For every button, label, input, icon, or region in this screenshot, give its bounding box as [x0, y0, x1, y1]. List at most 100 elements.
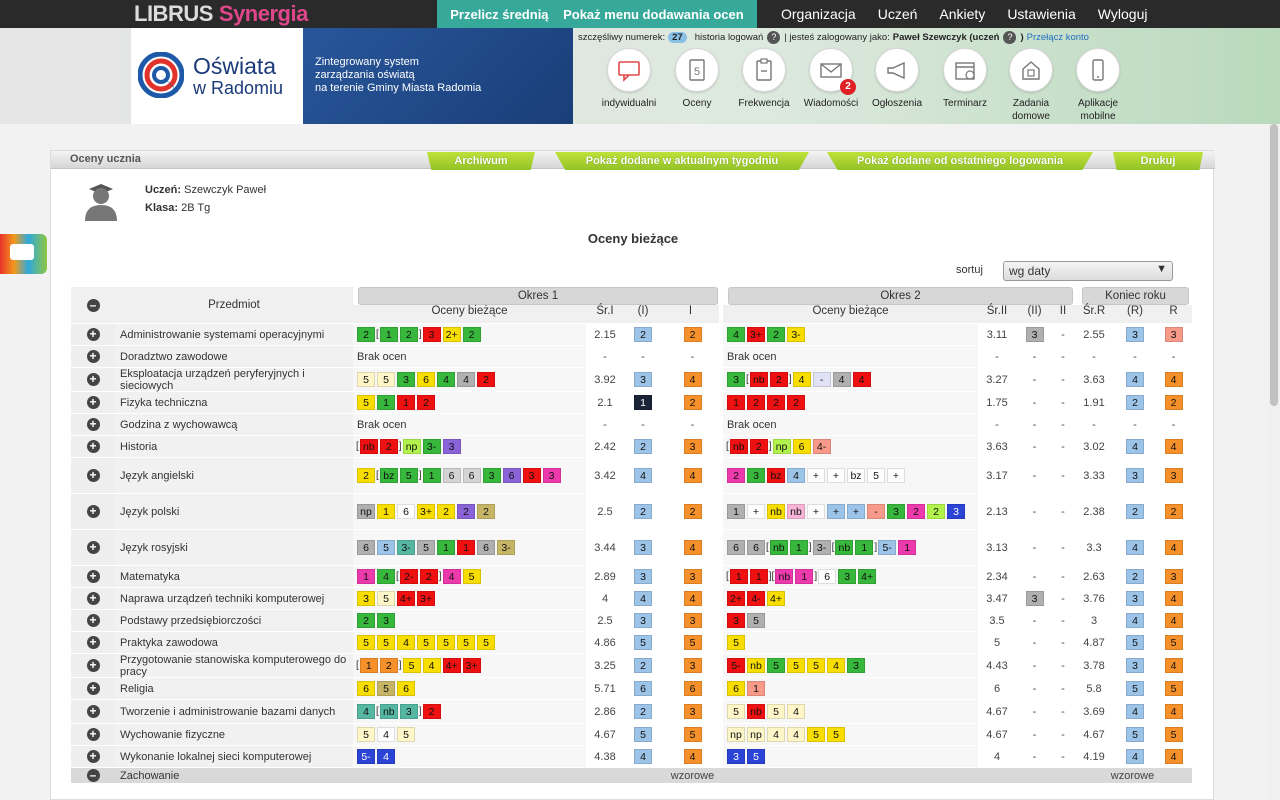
grade-badge[interactable]: 3 — [727, 372, 745, 387]
grade-badge[interactable]: 3 — [482, 468, 501, 483]
grade-badge[interactable]: 5 — [357, 635, 375, 650]
finalR-value-badge[interactable]: 4 — [1164, 704, 1183, 719]
grade-badge[interactable]: 6 — [397, 681, 415, 696]
propR-value-badge[interactable]: 5 — [1126, 727, 1144, 742]
grade-badge[interactable]: bz — [379, 468, 398, 483]
grade-badge[interactable]: 2+ — [442, 327, 461, 342]
grade-badge[interactable]: 4+ — [767, 591, 785, 606]
grade-badge[interactable]: np — [772, 439, 791, 454]
grade-badge[interactable]: 1 — [727, 504, 745, 519]
grade-badge[interactable]: np — [747, 727, 765, 742]
grade-badge[interactable]: 1 — [377, 395, 395, 410]
grade-badge[interactable]: 2 — [417, 395, 435, 410]
grade-badge[interactable]: 1 — [789, 540, 808, 555]
propR-value-badge[interactable]: 5 — [1126, 681, 1144, 696]
prop1-value-badge[interactable]: 4 — [634, 468, 652, 483]
finalR-value-badge[interactable]: 5 — [1164, 727, 1183, 742]
grade-badge[interactable]: 2 — [422, 704, 441, 719]
nav-icon-attendance[interactable]: Frekwencja — [728, 48, 800, 110]
propR-value-badge[interactable]: 2 — [1126, 569, 1144, 584]
propR-value-badge[interactable]: 3 — [1126, 591, 1144, 606]
grade-badge[interactable]: 5 — [477, 635, 495, 650]
finalR-value-badge[interactable]: 5 — [1164, 635, 1183, 650]
grade-badge[interactable]: 3 — [727, 749, 745, 764]
nav-icon-mobile-apps[interactable]: Aplikacje mobilne — [1062, 48, 1134, 123]
archive-tab[interactable]: Archiwum — [427, 152, 535, 170]
grade-badge[interactable]: 2 — [357, 613, 375, 628]
grade-badge[interactable]: 3+ — [417, 504, 435, 519]
propR-value-badge[interactable]: 4 — [1126, 613, 1144, 628]
grade-badge[interactable]: 4+ — [397, 591, 415, 606]
grade-badge[interactable]: 2 — [379, 439, 398, 454]
grade-badge[interactable]: 3 — [887, 504, 905, 519]
grade-badge[interactable]: 2 — [727, 468, 745, 483]
grade-badge[interactable]: 2 — [379, 658, 398, 673]
finalR-value-badge[interactable]: 4 — [1164, 658, 1183, 673]
grade-badge[interactable]: 1 — [457, 540, 475, 555]
collapse-minus-icon[interactable]: – — [86, 769, 100, 782]
grade-badge[interactable]: 5 — [827, 727, 845, 742]
grade-badge[interactable]: 5 — [357, 395, 375, 410]
final1-value-badge[interactable]: 5 — [683, 635, 702, 650]
grade-badge[interactable]: 3 — [399, 704, 418, 719]
propR-value-badge[interactable]: 3 — [1126, 658, 1144, 673]
prop1-value-badge[interactable]: 3 — [634, 613, 652, 628]
grade-badge[interactable]: 4- — [747, 591, 765, 606]
final1-value-badge[interactable]: 2 — [683, 327, 702, 342]
oswiata-logo[interactable]: Oświata w Radomiu — [131, 28, 303, 124]
grade-badge[interactable]: 1 — [379, 327, 398, 342]
grade-badge[interactable]: 6 — [747, 540, 765, 555]
collapse-all-icon[interactable]: – — [86, 298, 100, 312]
expand-plus-icon[interactable]: + — [86, 728, 100, 741]
prop2-value-badge[interactable]: 3 — [1025, 591, 1044, 606]
grade-badge[interactable]: nb — [775, 569, 794, 584]
final1-value-badge[interactable]: 3 — [683, 569, 702, 584]
login-history-link[interactable]: historia logowań — [695, 32, 764, 43]
grade-badge[interactable]: 5 — [402, 658, 421, 673]
grade-badge[interactable]: 6 — [818, 569, 837, 584]
grade-badge[interactable]: nb — [379, 704, 398, 719]
nav-organizacja[interactable]: Organizacja — [781, 6, 856, 22]
grade-badge[interactable]: 1 — [855, 540, 874, 555]
propR-value-badge[interactable]: 3 — [1126, 327, 1144, 342]
grade-badge[interactable]: 3 — [838, 569, 857, 584]
finalR-value-badge[interactable]: 3 — [1164, 468, 1183, 483]
grade-badge[interactable]: 2 — [787, 395, 805, 410]
grade-badge[interactable]: 5 — [747, 749, 765, 764]
grade-badge[interactable]: 2 — [399, 327, 418, 342]
nav-ankiety[interactable]: Ankiety — [939, 6, 985, 22]
grade-badge[interactable]: 1 — [747, 681, 765, 696]
grade-badge[interactable]: nb — [767, 504, 785, 519]
grade-badge[interactable]: 1 — [422, 468, 441, 483]
chat-widget[interactable] — [0, 234, 47, 274]
grade-badge[interactable]: 5 — [867, 468, 885, 483]
grade-badge[interactable]: 2 — [437, 504, 455, 519]
grade-badge[interactable]: 1 — [795, 569, 814, 584]
grade-badge[interactable]: 2 — [769, 372, 788, 387]
nav-icon-calendar[interactable]: Terminarz — [929, 48, 1001, 110]
grade-badge[interactable]: 3 — [422, 327, 441, 342]
nav-wyloguj[interactable]: Wyloguj — [1098, 6, 1148, 22]
final1-value-badge[interactable]: 2 — [683, 395, 702, 410]
grade-badge[interactable]: 3+ — [417, 591, 435, 606]
grade-badge[interactable]: 6 — [502, 468, 521, 483]
propR-value-badge[interactable]: 4 — [1126, 749, 1144, 764]
prop1-value-badge[interactable]: 3 — [634, 540, 652, 555]
grade-badge[interactable]: + — [807, 504, 825, 519]
expand-plus-icon[interactable]: + — [86, 350, 100, 363]
grade-badge[interactable]: 3 — [522, 468, 541, 483]
propR-value-badge[interactable]: 5 — [1126, 635, 1144, 650]
prop1-value-badge[interactable]: 2 — [634, 658, 652, 673]
finalR-value-badge[interactable]: 3 — [1164, 569, 1183, 584]
grade-badge[interactable]: 5 — [767, 658, 785, 673]
grade-badge[interactable]: 1 — [729, 569, 748, 584]
grade-badge[interactable]: 3- — [497, 540, 515, 555]
grade-badge[interactable]: 1 — [749, 569, 768, 584]
grade-badge[interactable]: bz — [767, 468, 785, 483]
grade-badge[interactable]: 5 — [377, 635, 395, 650]
prop1-value-badge[interactable]: 4 — [634, 749, 652, 764]
expand-plus-icon[interactable]: + — [86, 440, 100, 453]
prop1-value-badge[interactable]: 2 — [634, 439, 652, 454]
expand-plus-icon[interactable]: + — [86, 418, 100, 431]
prop1-value-badge[interactable]: 2 — [634, 327, 652, 342]
